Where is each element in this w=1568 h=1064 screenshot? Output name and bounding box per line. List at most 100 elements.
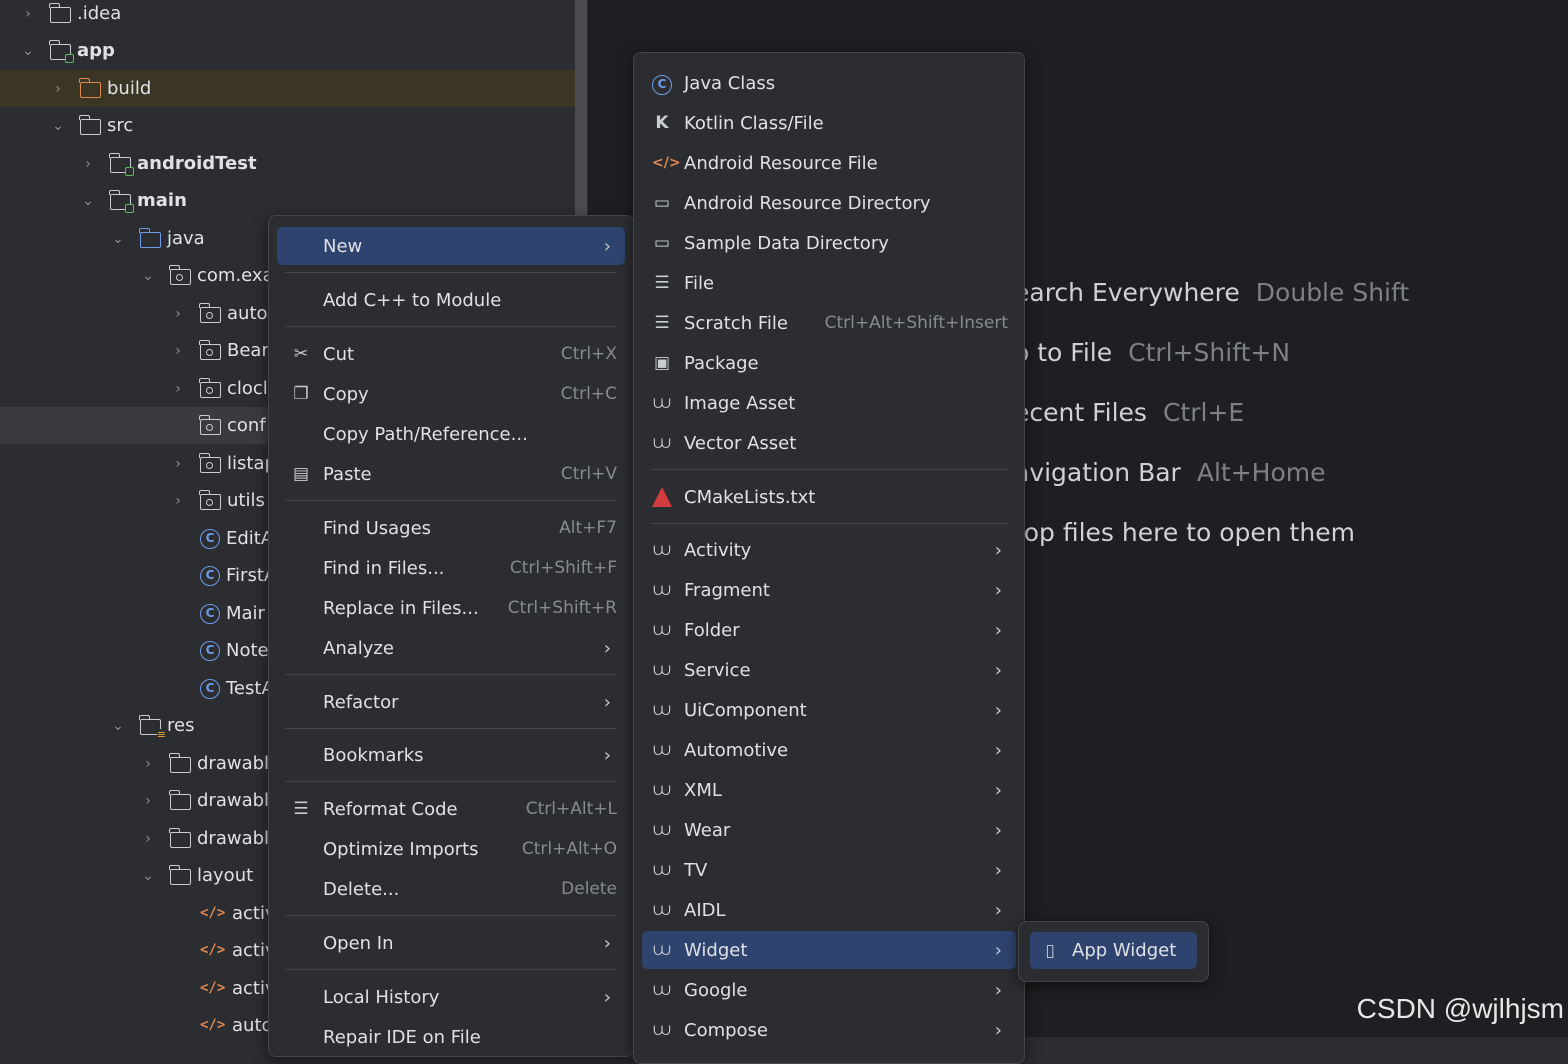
chevron-right-icon[interactable]: ›: [170, 456, 186, 472]
chevron-down-icon[interactable]: ⌄: [110, 718, 126, 734]
chevron-down-icon[interactable]: ⌄: [50, 118, 66, 134]
menu-add-cpp[interactable]: Add C++ to Module: [277, 281, 625, 319]
new-widget[interactable]: ⩊ Widget ›: [642, 931, 1016, 969]
new-fragment[interactable]: ⩊ Fragment ›: [642, 571, 1016, 609]
tree-row[interactable]: ⌄ app: [0, 32, 575, 69]
menu-copy[interactable]: ❐ Copy Ctrl+C: [277, 375, 625, 413]
new-wear[interactable]: ⩊ Wear ›: [642, 811, 1016, 849]
tree-row[interactable]: ⌄ main: [0, 182, 575, 219]
new-service[interactable]: ⩊ Service ›: [642, 651, 1016, 689]
new-vector-asset[interactable]: ⩊ Vector Asset: [642, 424, 1016, 462]
new-compose[interactable]: ⩊ Compose ›: [642, 1011, 1016, 1049]
tree-row-label: .idea: [77, 3, 122, 24]
chevron-right-icon: ›: [994, 579, 1002, 601]
chevron-right-icon: ›: [994, 699, 1002, 721]
chevron-right-icon[interactable]: ›: [170, 493, 186, 509]
new-folder[interactable]: ⩊ Folder ›: [642, 611, 1016, 649]
menu-label: New: [323, 235, 363, 257]
tree-row-label: auto: [232, 1015, 273, 1036]
folder-icon: [169, 864, 191, 885]
chevron-right-icon[interactable]: ›: [140, 831, 156, 847]
module-folder-icon: [49, 39, 74, 63]
new-java-class[interactable]: C Java Class: [642, 64, 1016, 102]
chevron-right-icon[interactable]: ›: [170, 381, 186, 397]
chevron-right-icon: ›: [994, 739, 1002, 761]
tree-row-label: res: [167, 715, 195, 736]
chevron-down-icon[interactable]: ⌄: [80, 193, 96, 209]
context-menu: New › Add C++ to Module ✂ Cut Ctrl+X ❐ Copy C…: [268, 215, 634, 1057]
chevron-down-icon[interactable]: ⌄: [140, 868, 156, 884]
chevron-down-icon[interactable]: ⌄: [20, 43, 36, 59]
chevron-down-icon[interactable]: ⌄: [140, 268, 156, 284]
tree-row[interactable]: › androidTest: [0, 145, 575, 182]
menu-refactor[interactable]: Refactor ›: [277, 683, 625, 721]
project-scrollbar[interactable]: [575, 0, 587, 216]
chevron-right-icon[interactable]: ›: [20, 6, 36, 22]
module-folder-icon: [109, 189, 134, 213]
menu-optimize-imports[interactable]: Optimize Imports Ctrl+Alt+O: [277, 830, 625, 868]
new-uicomponent[interactable]: ⩊ UiComponent ›: [642, 691, 1016, 729]
package-icon: [199, 377, 221, 398]
new-kotlin-class[interactable]: K Kotlin Class/File: [642, 104, 1016, 142]
chevron-right-icon[interactable]: ›: [170, 343, 186, 359]
new-google[interactable]: ⩊ Google ›: [642, 971, 1016, 1009]
menu-cut[interactable]: ✂ Cut Ctrl+X: [277, 335, 625, 373]
class-icon: C: [200, 565, 220, 586]
tree-row[interactable]: › build: [0, 70, 575, 107]
tree-row-label: clocl: [227, 378, 268, 399]
chevron-right-icon[interactable]: ›: [80, 156, 96, 172]
hint-drop-files: rop files here to open them: [1014, 518, 1355, 547]
chevron-right-icon: ›: [994, 819, 1002, 841]
source-folder-icon: [139, 227, 161, 248]
menu-copy-path[interactable]: Copy Path/Reference...: [277, 415, 625, 453]
menu-new[interactable]: New ›: [277, 227, 625, 265]
chevron-right-icon[interactable]: ›: [140, 756, 156, 772]
tree-row-label: build: [107, 78, 152, 99]
new-activity[interactable]: ⩊ Activity ›: [642, 531, 1016, 569]
xml-file-icon: </>: [200, 941, 226, 958]
new-tv[interactable]: ⩊ TV ›: [642, 851, 1016, 889]
new-automotive[interactable]: ⩊ Automotive ›: [642, 731, 1016, 769]
new-aidl[interactable]: ⩊ AIDL ›: [642, 891, 1016, 929]
new-scratch-file[interactable]: ☰ Scratch File Ctrl+Alt+Shift+Insert: [642, 304, 1016, 342]
tree-row[interactable]: ⌄ src: [0, 107, 575, 144]
menu-replace-in-files[interactable]: Replace in Files... Ctrl+Shift+R: [277, 589, 625, 627]
android-icon: ⩊: [653, 820, 671, 840]
new-cmakelists[interactable]: CMakeLists.txt: [642, 478, 1016, 516]
menu-find-usages[interactable]: Find Usages Alt+F7: [277, 509, 625, 547]
menu-analyze[interactable]: Analyze ›: [277, 629, 625, 667]
menu-delete[interactable]: Delete... Delete: [277, 870, 625, 908]
chevron-right-icon[interactable]: ›: [140, 793, 156, 809]
android-icon: ⩊: [653, 900, 671, 920]
new-sample-data-directory[interactable]: ▭ Sample Data Directory: [642, 224, 1016, 262]
class-icon: C: [200, 640, 220, 661]
tree-row-label: layout: [197, 865, 254, 886]
android-icon: ⩊: [653, 700, 671, 720]
android-icon: ⩊: [653, 980, 671, 1000]
menu-paste[interactable]: ▤ Paste Ctrl+V: [277, 455, 625, 493]
menu-repair-ide[interactable]: Repair IDE on File: [277, 1018, 625, 1056]
android-icon: ⩊: [653, 433, 671, 453]
chevron-down-icon[interactable]: ⌄: [110, 231, 126, 247]
tree-row[interactable]: › .idea: [0, 0, 575, 32]
chevron-right-icon[interactable]: ›: [50, 81, 66, 97]
menu-open-in[interactable]: Open In ›: [277, 924, 625, 962]
new-package[interactable]: ▣ Package: [642, 344, 1016, 382]
tree-row-label: com.exa: [197, 265, 274, 286]
chevron-right-icon[interactable]: ›: [170, 306, 186, 322]
package-icon: [199, 489, 221, 510]
menu-separator: [285, 969, 617, 970]
new-app-widget[interactable]: ▯ App Widget: [1030, 932, 1197, 969]
new-file[interactable]: ☰ File: [642, 264, 1016, 302]
menu-local-history[interactable]: Local History ›: [277, 978, 625, 1016]
chevron-right-icon: ›: [994, 939, 1002, 961]
menu-bookmarks[interactable]: Bookmarks ›: [277, 736, 625, 774]
menu-find-in-files[interactable]: Find in Files... Ctrl+Shift+F: [277, 549, 625, 587]
new-android-resource-file[interactable]: </> Android Resource File: [642, 144, 1016, 182]
new-android-resource-directory[interactable]: ▭ Android Resource Directory: [642, 184, 1016, 222]
menu-reformat-code[interactable]: ☰ Reformat Code Ctrl+Alt+L: [277, 790, 625, 828]
new-xml[interactable]: ⩊ XML ›: [642, 771, 1016, 809]
folder-icon: ▭: [653, 193, 671, 213]
new-image-asset[interactable]: ⩊ Image Asset: [642, 384, 1016, 422]
package-icon: [199, 414, 221, 435]
